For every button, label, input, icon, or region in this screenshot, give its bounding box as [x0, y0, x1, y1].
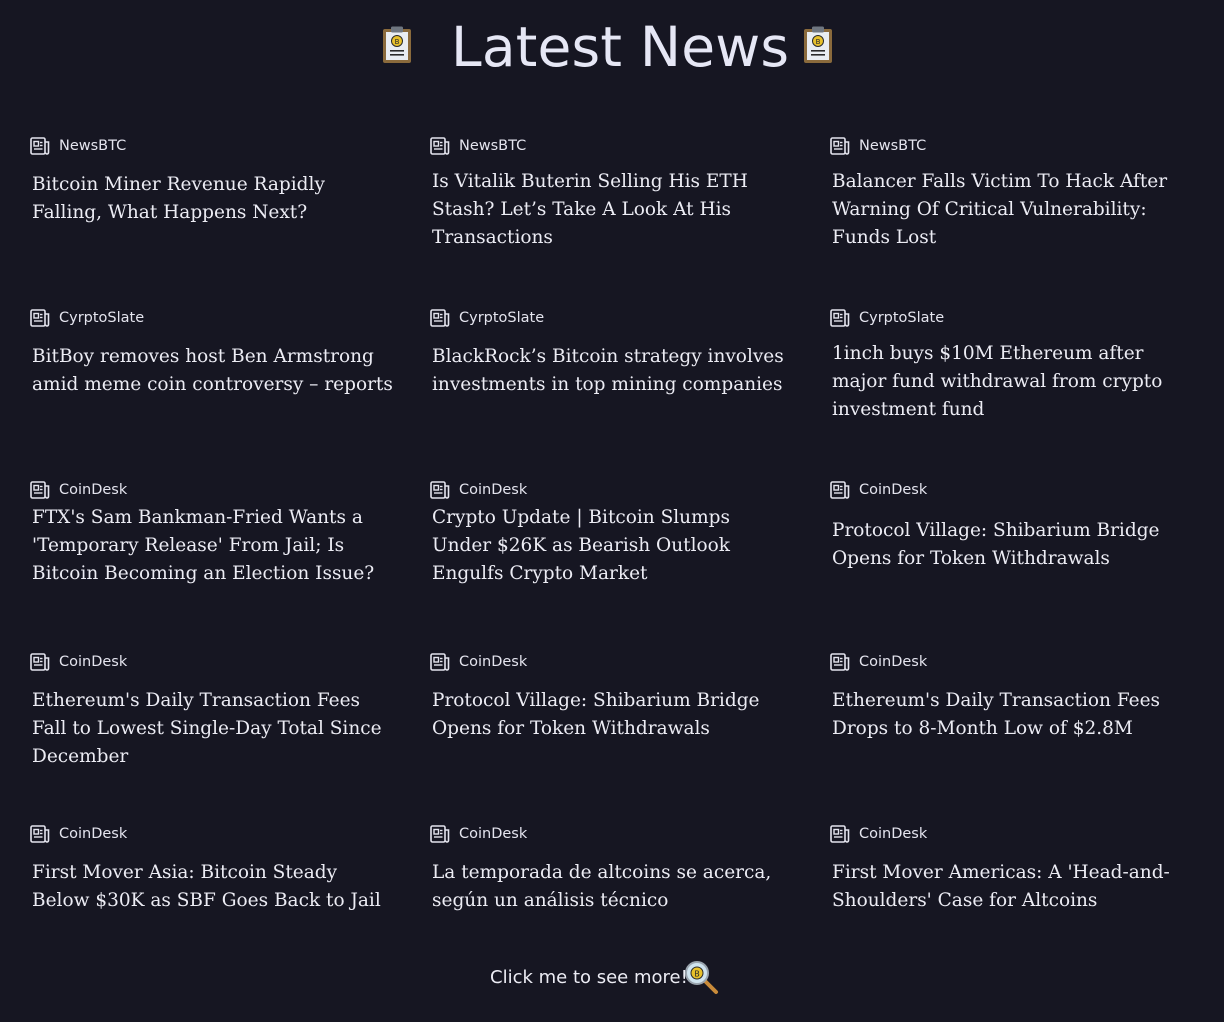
news-card[interactable]: CyrptoSlate BitBoy removes host Ben Armst… — [30, 308, 400, 458]
news-source-name[interactable]: NewsBTC — [859, 136, 926, 156]
news-headline-link[interactable]: FTX's Sam Bankman-Fried Wants a 'Tempora… — [32, 504, 394, 588]
news-source-name[interactable]: CoinDesk — [859, 824, 927, 844]
newspaper-icon — [830, 137, 850, 155]
news-source-name[interactable]: CoinDesk — [59, 480, 127, 500]
newspaper-icon — [830, 653, 850, 671]
newspaper-icon — [430, 481, 450, 499]
news-card[interactable]: CoinDesk First Mover Asia: Bitcoin Steady… — [30, 824, 400, 974]
svg-text:B: B — [694, 970, 700, 979]
news-headline-link[interactable]: Ethereum's Daily Transaction Fees Drops … — [832, 687, 1194, 743]
news-headline-link[interactable]: BlackRock’s Bitcoin strategy involves in… — [432, 343, 794, 399]
see-more-label: Click me to see more! — [490, 967, 688, 988]
page-title: Latest News — [451, 15, 790, 79]
news-card[interactable]: CoinDesk La temporada de altcoins se acer… — [430, 824, 800, 974]
news-source-name[interactable]: CoinDesk — [59, 652, 127, 672]
news-card[interactable]: CoinDesk Crypto Update | Bitcoin Slumps U… — [430, 480, 800, 630]
newspaper-icon — [430, 309, 450, 327]
news-source-name[interactable]: NewsBTC — [59, 136, 126, 156]
news-headline-link[interactable]: Bitcoin Miner Revenue Rapidly Falling, W… — [32, 171, 394, 227]
news-source-name[interactable]: CoinDesk — [59, 824, 127, 844]
news-source-name[interactable]: CoinDesk — [459, 652, 527, 672]
news-card[interactable]: CoinDesk Protocol Village: Shibarium Brid… — [430, 652, 800, 802]
news-headline-link[interactable]: La temporada de altcoins se acerca, segú… — [432, 859, 794, 915]
news-card[interactable]: CoinDesk First Mover Americas: A 'Head-an… — [830, 824, 1200, 974]
news-source-name[interactable]: CoinDesk — [459, 480, 527, 500]
clipboard-bitcoin-icon: B — [383, 26, 411, 63]
newspaper-icon — [830, 481, 850, 499]
svg-text:B: B — [816, 38, 821, 46]
news-headline-link[interactable]: Protocol Village: Shibarium Bridge Opens… — [832, 517, 1194, 573]
news-source-name[interactable]: CoinDesk — [859, 480, 927, 500]
news-card[interactable]: CoinDesk Ethereum's Daily Transaction Fee… — [830, 652, 1200, 802]
news-card[interactable]: NewsBTC Bitcoin Miner Revenue Rapidly Fal… — [30, 136, 400, 286]
news-headline-link[interactable]: Balancer Falls Victim To Hack After Warn… — [832, 168, 1194, 252]
page-header: B Latest News B — [0, 0, 1224, 100]
news-card[interactable]: NewsBTC Balancer Falls Victim To Hack Aft… — [830, 136, 1200, 286]
news-headline-link[interactable]: 1inch buys $10M Ethereum after major fun… — [832, 340, 1194, 424]
newspaper-icon — [430, 137, 450, 155]
news-headline-link[interactable]: First Mover Americas: A 'Head-and-Should… — [832, 859, 1194, 915]
newspaper-icon — [30, 309, 50, 327]
newspaper-icon — [30, 653, 50, 671]
news-headline-link[interactable]: Is Vitalik Buterin Selling His ETH Stash… — [432, 168, 794, 252]
news-source-name[interactable]: CyrptoSlate — [859, 308, 944, 328]
magnifier-bitcoin-icon: B — [685, 961, 718, 994]
news-headline-link[interactable]: Ethereum's Daily Transaction Fees Fall t… — [32, 687, 394, 771]
newspaper-icon — [30, 137, 50, 155]
newspaper-icon — [30, 825, 50, 843]
newspaper-icon — [430, 825, 450, 843]
news-source-name[interactable]: CyrptoSlate — [459, 308, 544, 328]
news-headline-link[interactable]: Crypto Update | Bitcoin Slumps Under $26… — [432, 504, 794, 588]
news-headline-link[interactable]: Protocol Village: Shibarium Bridge Opens… — [432, 687, 794, 743]
news-card[interactable]: NewsBTC Is Vitalik Buterin Selling His ET… — [430, 136, 800, 286]
newspaper-icon — [830, 825, 850, 843]
news-card[interactable]: CoinDesk Protocol Village: Shibarium Brid… — [830, 480, 1200, 630]
newspaper-icon — [430, 653, 450, 671]
svg-text:B: B — [395, 38, 400, 46]
newspaper-icon — [30, 481, 50, 499]
news-headline-link[interactable]: First Mover Asia: Bitcoin Steady Below $… — [32, 859, 394, 915]
clipboard-bitcoin-icon: B — [804, 26, 832, 63]
news-source-name[interactable]: CyrptoSlate — [59, 308, 144, 328]
newspaper-icon — [830, 309, 850, 327]
news-card[interactable]: CoinDesk Ethereum's Daily Transaction Fee… — [30, 652, 400, 802]
news-card[interactable]: CoinDesk FTX's Sam Bankman-Fried Wants a … — [30, 480, 400, 630]
news-source-name[interactable]: CoinDesk — [459, 824, 527, 844]
news-source-name[interactable]: CoinDesk — [859, 652, 927, 672]
news-headline-link[interactable]: BitBoy removes host Ben Armstrong amid m… — [32, 343, 394, 399]
news-card[interactable]: CyrptoSlate BlackRock’s Bitcoin strategy … — [430, 308, 800, 458]
news-source-name[interactable]: NewsBTC — [459, 136, 526, 156]
news-card[interactable]: CyrptoSlate 1inch buys $10M Ethereum afte… — [830, 308, 1200, 458]
